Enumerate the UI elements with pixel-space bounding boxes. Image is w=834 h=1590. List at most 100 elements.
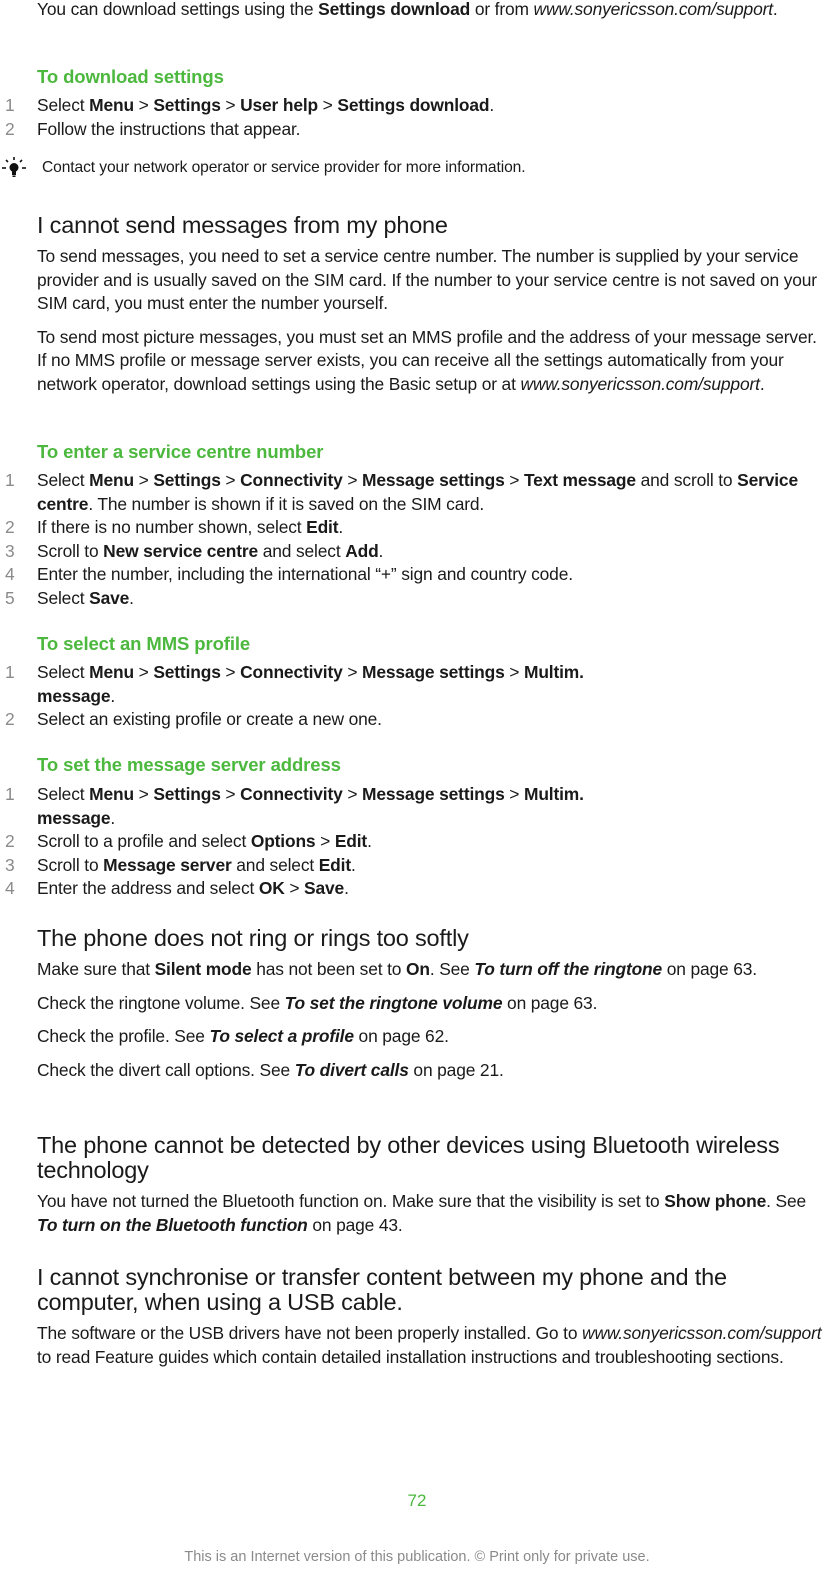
step-number: 1 [5,662,15,682]
cross-reference-link[interactable]: www.sonyericsson.com/support [520,374,760,394]
step-number: 2 [5,118,15,139]
ui-term: message [37,685,111,706]
page-number: 72 [407,1491,427,1510]
step-number: 4 [5,878,15,898]
cross-reference-link[interactable]: www.sonyericsson.com/support [582,1323,822,1343]
cross-reference-link[interactable]: To turn on the Bluetooth function [37,1215,308,1235]
ui-term: message [37,807,111,828]
intro-paragraph: You can download settings using the Sett… [37,0,826,22]
step-item: 2 Select an existing profile or create a … [0,708,826,732]
text-run: . The number is shown if it is saved on … [88,493,485,514]
paragraph: Make sure that Silent mode has not been … [37,958,826,982]
text-run: . See [766,1191,806,1211]
ui-term: Options [250,831,316,851]
text-run: Scroll to a profile and select [37,831,251,851]
ui-term: Add [345,540,379,561]
text-run: . [129,587,134,608]
ui-term: Multim. [523,662,584,682]
text-run: or from [470,0,534,19]
text-run: Select an existing profile or create a n… [37,709,382,729]
text-run: . See [429,959,475,979]
ui-term: Menu [89,95,134,115]
ui-term: Message settings [362,784,505,804]
text-run: > [220,662,241,682]
service-centre-section: To enter a service centre number [37,440,826,463]
ui-term: Menu [89,784,134,804]
text-run: has not been set to [251,959,406,979]
text-run: > [342,784,363,804]
download-settings-heading: To download settings [37,66,224,87]
text-run: Select [37,587,90,608]
ui-term: Settings download [337,95,490,115]
ui-term: Edit [318,854,351,875]
text-run: and select [231,854,319,875]
text-run: Check the divert call options. See [37,1059,295,1080]
cannot-send-section: I cannot send messages from my phone To … [37,213,826,396]
cross-reference-link[interactable]: To divert calls [295,1060,409,1080]
ui-term: Silent mode [154,959,252,979]
text-run: on page 43. [307,1214,403,1235]
text-run: > [504,470,524,490]
step-item: 1 Select Menu > Settings > Connectivity >… [0,783,826,830]
step-number: 5 [5,587,15,608]
text-run: . [110,807,116,828]
download-settings-steps: 1 Select Menu > Settings > User help > Se… [0,94,826,141]
text-run: . [338,517,344,537]
text-run: > [504,662,524,682]
ui-term: Menu [89,470,134,490]
text-run: > [133,784,154,804]
text-run: > [133,662,154,682]
text-run: Check the ringtone volume. See [37,992,285,1013]
text-run: > [318,95,338,115]
step-number: 2 [5,517,15,537]
cross-reference-link[interactable]: To set the ringtone volume [285,993,503,1013]
text-run: . [489,95,495,115]
text-run: . [772,0,778,19]
tip-note: Contact your network operator or service… [0,157,826,181]
tip-text: Contact your network operator or service… [42,159,526,176]
bluetooth-paragraph: You have not turned the Bluetooth functi… [37,1190,826,1237]
download-settings-section: To download settings [37,65,826,88]
text-run: > [133,470,154,490]
cross-reference-link[interactable]: To turn off the ringtone [474,959,662,979]
cross-reference-link[interactable]: To select a profile [210,1026,355,1046]
service-centre-heading: To enter a service centre number [37,441,324,462]
step-item: 5 Select Save. [0,587,826,611]
text-run: Select [37,470,90,490]
ui-term: Edit [334,831,368,851]
text-run: Enter the number, including the internat… [37,564,573,584]
ui-term: Multim. [523,784,584,804]
mms-profile-heading: To select an MMS profile [37,633,251,654]
text-run: > [342,470,363,490]
ui-term: Settings download [318,0,471,19]
text-run: on page 63. [502,992,598,1013]
text-run: Check the profile. See [37,1026,210,1046]
step-item: 3 Scroll to New service centre and select… [0,540,826,564]
server-address-heading: To set the message server address [37,754,341,775]
text-run: You have not turned the Bluetooth functi… [37,1191,665,1211]
text-run: . [350,854,356,875]
usb-paragraph: The software or the USB drivers have not… [37,1322,826,1369]
step-item: 1 Select Menu > Settings > Connectivity >… [0,469,826,516]
ui-term: Message server [103,854,232,875]
intro-section: You can download settings using the Sett… [37,0,826,22]
text-run: Follow the instructions that appear. [37,118,301,139]
text-run: . [367,831,372,851]
text-run: . [378,540,384,561]
no-ring-heading: The phone does not ring or rings too sof… [37,925,469,951]
paragraph: Check the profile. See To select a profi… [37,1025,826,1049]
text-run: to read Feature guides which contain det… [37,1346,784,1367]
text-run: Make sure that [37,959,155,979]
text-run: Select [37,784,90,804]
cross-reference-link[interactable]: www.sonyericsson.com/support [534,0,774,19]
text-run: Scroll to [37,854,104,875]
step-number: 3 [5,854,15,875]
step-number: 2 [5,831,15,851]
mms-profile-section: To select an MMS profile [37,632,826,655]
ui-term: Text message [523,470,636,490]
ui-term: Connectivity [240,470,343,490]
ui-term: New service centre [103,540,259,561]
ui-term: Connectivity [240,662,343,682]
step-number: 1 [5,470,15,490]
text-run: If there is no number shown, select [37,517,307,537]
